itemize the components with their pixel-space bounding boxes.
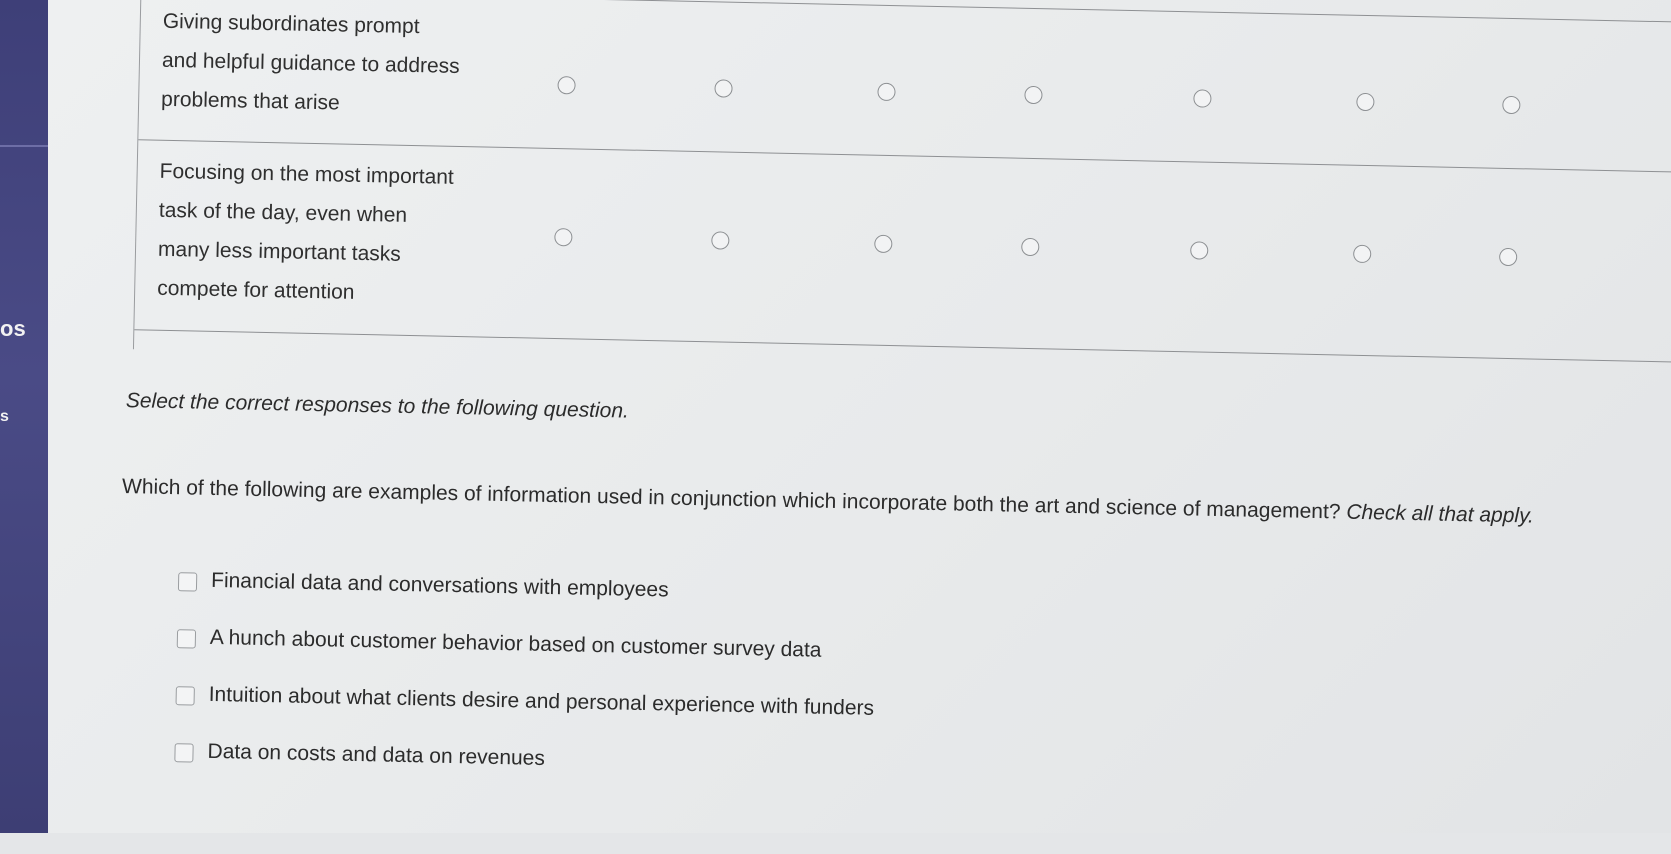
rating-radio-2[interactable] — [714, 79, 733, 98]
row-label-line: many less important tasks — [157, 237, 402, 266]
rating-radio-4[interactable] — [1021, 237, 1040, 257]
table-row: Focusing on the most important task of t… — [134, 139, 1671, 361]
answer-checkbox[interactable] — [174, 743, 194, 763]
row-label-line: task of the day, even when — [158, 198, 408, 227]
rating-radio-2[interactable] — [711, 231, 730, 250]
row-label: Giving subordinates prompt and helpful g… — [161, 2, 461, 125]
row-label: Focusing on the most important task of t… — [157, 152, 454, 314]
question-hint: Check all that apply. — [1346, 500, 1535, 528]
question-instructions: Select the correct responses to the foll… — [125, 389, 630, 423]
rating-radio-6[interactable] — [1356, 92, 1375, 112]
question-content: Giving subordinates prompt and helpful g… — [39, 0, 1671, 854]
rating-radio-6[interactable] — [1353, 244, 1372, 264]
row-label-line: Giving subordinates prompt — [162, 9, 420, 39]
rating-radio-1[interactable] — [554, 228, 573, 247]
question-page: Giving subordinates prompt and helpful g… — [48, 0, 1671, 833]
rating-radio-3[interactable] — [877, 82, 896, 102]
answer-options: Financial data and conversations with em… — [174, 568, 877, 811]
row-label-line: compete for attention — [156, 276, 355, 304]
rating-radio-7[interactable] — [1498, 247, 1518, 267]
sidebar-label-fragment[interactable]: s — [0, 408, 9, 426]
row-label-line: Focusing on the most important — [159, 159, 455, 189]
question-text: Which of the following are examples of i… — [122, 469, 1602, 536]
rating-radio-4[interactable] — [1024, 85, 1043, 105]
rating-radio-3[interactable] — [874, 234, 893, 254]
rating-table: Giving subordinates prompt and helpful g… — [132, 0, 1671, 382]
answer-checkbox[interactable] — [175, 686, 195, 706]
row-label-line: problems that arise — [160, 87, 340, 115]
answer-checkbox[interactable] — [176, 629, 197, 649]
rating-radio-1[interactable] — [557, 76, 576, 95]
rating-radio-7[interactable] — [1502, 95, 1521, 115]
answer-option-label[interactable]: Financial data and conversations with em… — [211, 569, 669, 603]
question-prompt: Which of the following are examples of i… — [121, 475, 1341, 524]
rating-radio-5[interactable] — [1193, 89, 1212, 108]
rating-radio-5[interactable] — [1190, 241, 1209, 260]
answer-checkbox[interactable] — [177, 572, 198, 592]
row-label-line: and helpful guidance to address — [161, 48, 460, 78]
sidebar-label-fragment[interactable]: os — [0, 316, 26, 342]
